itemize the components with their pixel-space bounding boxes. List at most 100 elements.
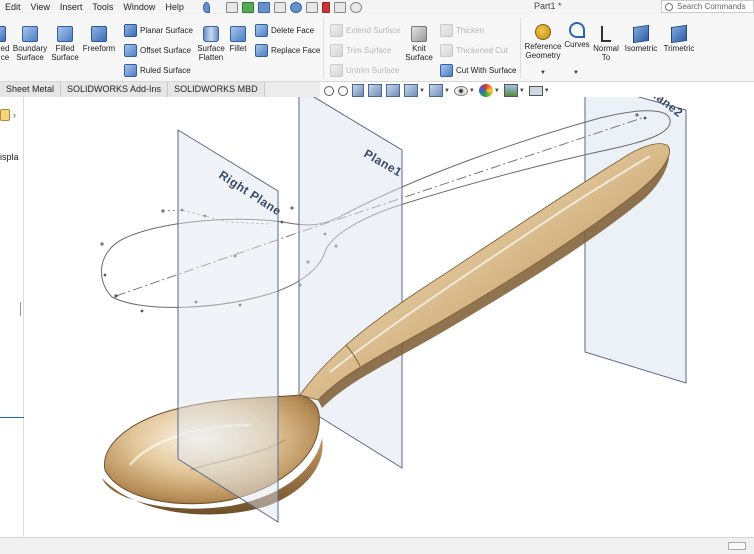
trimetric-cube-icon — [671, 24, 687, 44]
panel-resize-handle[interactable] — [20, 302, 24, 316]
surface-flatten-button[interactable]: Surface Flatten — [196, 26, 226, 62]
graphics-area[interactable]: Plane2 Plane1 Right Plane — [25, 97, 754, 537]
reference-geometry-icon — [535, 24, 551, 40]
curves-icon — [569, 22, 585, 38]
search-commands-input[interactable]: Search Commands — [661, 0, 754, 13]
trimetric-button[interactable]: Trimetric — [661, 24, 697, 53]
cut-with-surface-button[interactable]: Cut With Surface — [440, 62, 516, 78]
cut-with-surface-icon — [440, 63, 453, 77]
select-cursor-icon[interactable] — [305, 1, 318, 13]
offset-surface-button[interactable]: Offset Surface — [124, 42, 191, 58]
file-properties-icon[interactable] — [333, 1, 346, 13]
new-document-icon[interactable] — [225, 1, 238, 13]
replace-face-icon — [255, 43, 268, 57]
replace-face-button[interactable]: Replace Face — [255, 42, 320, 58]
expand-chevron-icon[interactable]: › — [13, 110, 16, 120]
appearance-dropdown[interactable]: ▼ — [494, 88, 500, 94]
plane2[interactable]: Plane2 — [584, 97, 687, 384]
menu-window[interactable]: Window — [118, 2, 160, 12]
save-icon[interactable] — [257, 1, 270, 13]
normal-to-button[interactable]: Normal To — [592, 26, 620, 62]
lofted-surface-button[interactable]: ed ce — [0, 26, 10, 62]
lofted-surface-icon — [0, 26, 6, 42]
zoom-to-fit-icon[interactable] — [324, 85, 334, 96]
edit-appearance-icon[interactable] — [478, 84, 493, 97]
zoom-to-area-icon[interactable] — [338, 85, 348, 96]
planar-surface-button[interactable]: Planar Surface — [124, 22, 193, 38]
scene-dropdown[interactable]: ▼ — [519, 88, 525, 94]
part-icon[interactable] — [0, 109, 10, 121]
ribbon-separator — [520, 18, 521, 78]
rebuild-traffic-light-icon[interactable] — [321, 1, 330, 13]
model-viewport-svg: Plane2 Plane1 Right Plane — [100, 97, 687, 523]
undo-icon[interactable] — [289, 1, 302, 13]
reference-geometry-dropdown[interactable]: ▼ — [540, 70, 546, 76]
delete-face-button[interactable]: Delete Face — [255, 22, 314, 38]
pin-icon[interactable] — [202, 1, 210, 13]
curves-button[interactable]: Curves — [564, 22, 590, 49]
section-view-icon[interactable] — [368, 84, 382, 97]
apply-scene-icon[interactable] — [503, 84, 518, 97]
ruled-surface-icon — [124, 63, 137, 77]
isometric-cube-icon — [633, 24, 649, 44]
menu-edit[interactable]: Edit — [0, 2, 26, 12]
thickened-cut-button[interactable]: Thickened Cut — [440, 42, 508, 58]
document-title: Part1 * — [534, 1, 562, 11]
thicken-icon — [440, 23, 453, 37]
command-manager-tabs: Sheet Metal SOLIDWORKS Add-Ins SOLIDWORK… — [0, 82, 320, 97]
extend-surface-icon — [330, 23, 343, 37]
planar-surface-icon — [124, 23, 137, 37]
status-bar-control-icon[interactable] — [728, 542, 746, 550]
quick-access-toolbar — [202, 1, 362, 13]
command-manager-ribbon: ed ce Boundary Surface Filled Surface Fr… — [0, 14, 754, 82]
right-plane[interactable]: Right Plane — [177, 129, 284, 523]
fillet-button[interactable]: Fillet — [228, 26, 248, 53]
filled-surface-button[interactable]: Filled Surface — [51, 26, 79, 62]
trim-surface-button[interactable]: Trim Surface — [330, 42, 392, 58]
dynamic-annotation-icon[interactable] — [386, 84, 400, 97]
display-style-icon[interactable] — [428, 84, 443, 97]
menu-tools[interactable]: Tools — [87, 2, 118, 12]
isometric-button[interactable]: Isometric — [622, 24, 660, 53]
view-orientation-icon[interactable] — [404, 84, 418, 97]
menu-view[interactable]: View — [26, 2, 55, 12]
extend-surface-button[interactable]: Extend Surface — [330, 22, 401, 38]
menu-help[interactable]: Help — [160, 2, 189, 12]
previous-view-icon[interactable] — [352, 84, 364, 97]
offset-surface-icon — [124, 43, 137, 57]
surface-flatten-icon — [203, 26, 219, 42]
print-icon[interactable] — [273, 1, 286, 13]
hide-show-dropdown[interactable]: ▼ — [469, 88, 475, 94]
tab-solidworks-add-ins[interactable]: SOLIDWORKS Add-Ins — [61, 82, 169, 97]
view-orientation-dropdown[interactable]: ▼ — [419, 88, 425, 94]
thicken-button[interactable]: Thicken — [440, 22, 484, 38]
knit-surface-icon — [411, 26, 427, 42]
normal-to-icon — [601, 26, 611, 42]
menu-insert[interactable]: Insert — [55, 2, 88, 12]
hide-show-items-eye-icon[interactable] — [453, 85, 468, 96]
display-style-dropdown[interactable]: ▼ — [444, 88, 450, 94]
freeform-icon — [91, 26, 107, 42]
tab-solidworks-mbd[interactable]: SOLIDWORKS MBD — [168, 82, 265, 97]
boundary-surface-button[interactable]: Boundary Surface — [12, 26, 48, 62]
curves-dropdown[interactable]: ▼ — [573, 70, 579, 76]
options-checkmark-icon[interactable] — [241, 1, 254, 13]
heads-up-view-toolbar: ▼ ▼ ▼ ▼ ▼ ▼ — [324, 84, 550, 97]
search-icon — [665, 3, 673, 11]
menu-bar: Edit View Insert Tools Window Help Part1… — [0, 0, 754, 14]
freeform-button[interactable]: Freeform — [82, 26, 116, 53]
gear-icon[interactable] — [349, 1, 362, 13]
display-pane-text: ispla — [0, 152, 19, 162]
tab-sheet-metal[interactable]: Sheet Metal — [0, 82, 62, 97]
filled-surface-icon — [57, 26, 73, 42]
untrim-surface-button[interactable]: Untrim Surface — [330, 62, 399, 78]
view-settings-monitor-icon[interactable] — [528, 85, 543, 96]
feature-manager-panel: › ispla — [0, 97, 24, 537]
view-settings-dropdown[interactable]: ▼ — [544, 88, 550, 94]
knit-surface-button[interactable]: Knit Surface — [404, 26, 434, 62]
fillet-icon — [230, 26, 246, 42]
ruled-surface-button[interactable]: Ruled Surface — [124, 62, 191, 78]
reference-geometry-button[interactable]: Reference Geometry — [523, 24, 563, 60]
trim-surface-icon — [330, 43, 343, 57]
ribbon-separator — [323, 18, 324, 78]
